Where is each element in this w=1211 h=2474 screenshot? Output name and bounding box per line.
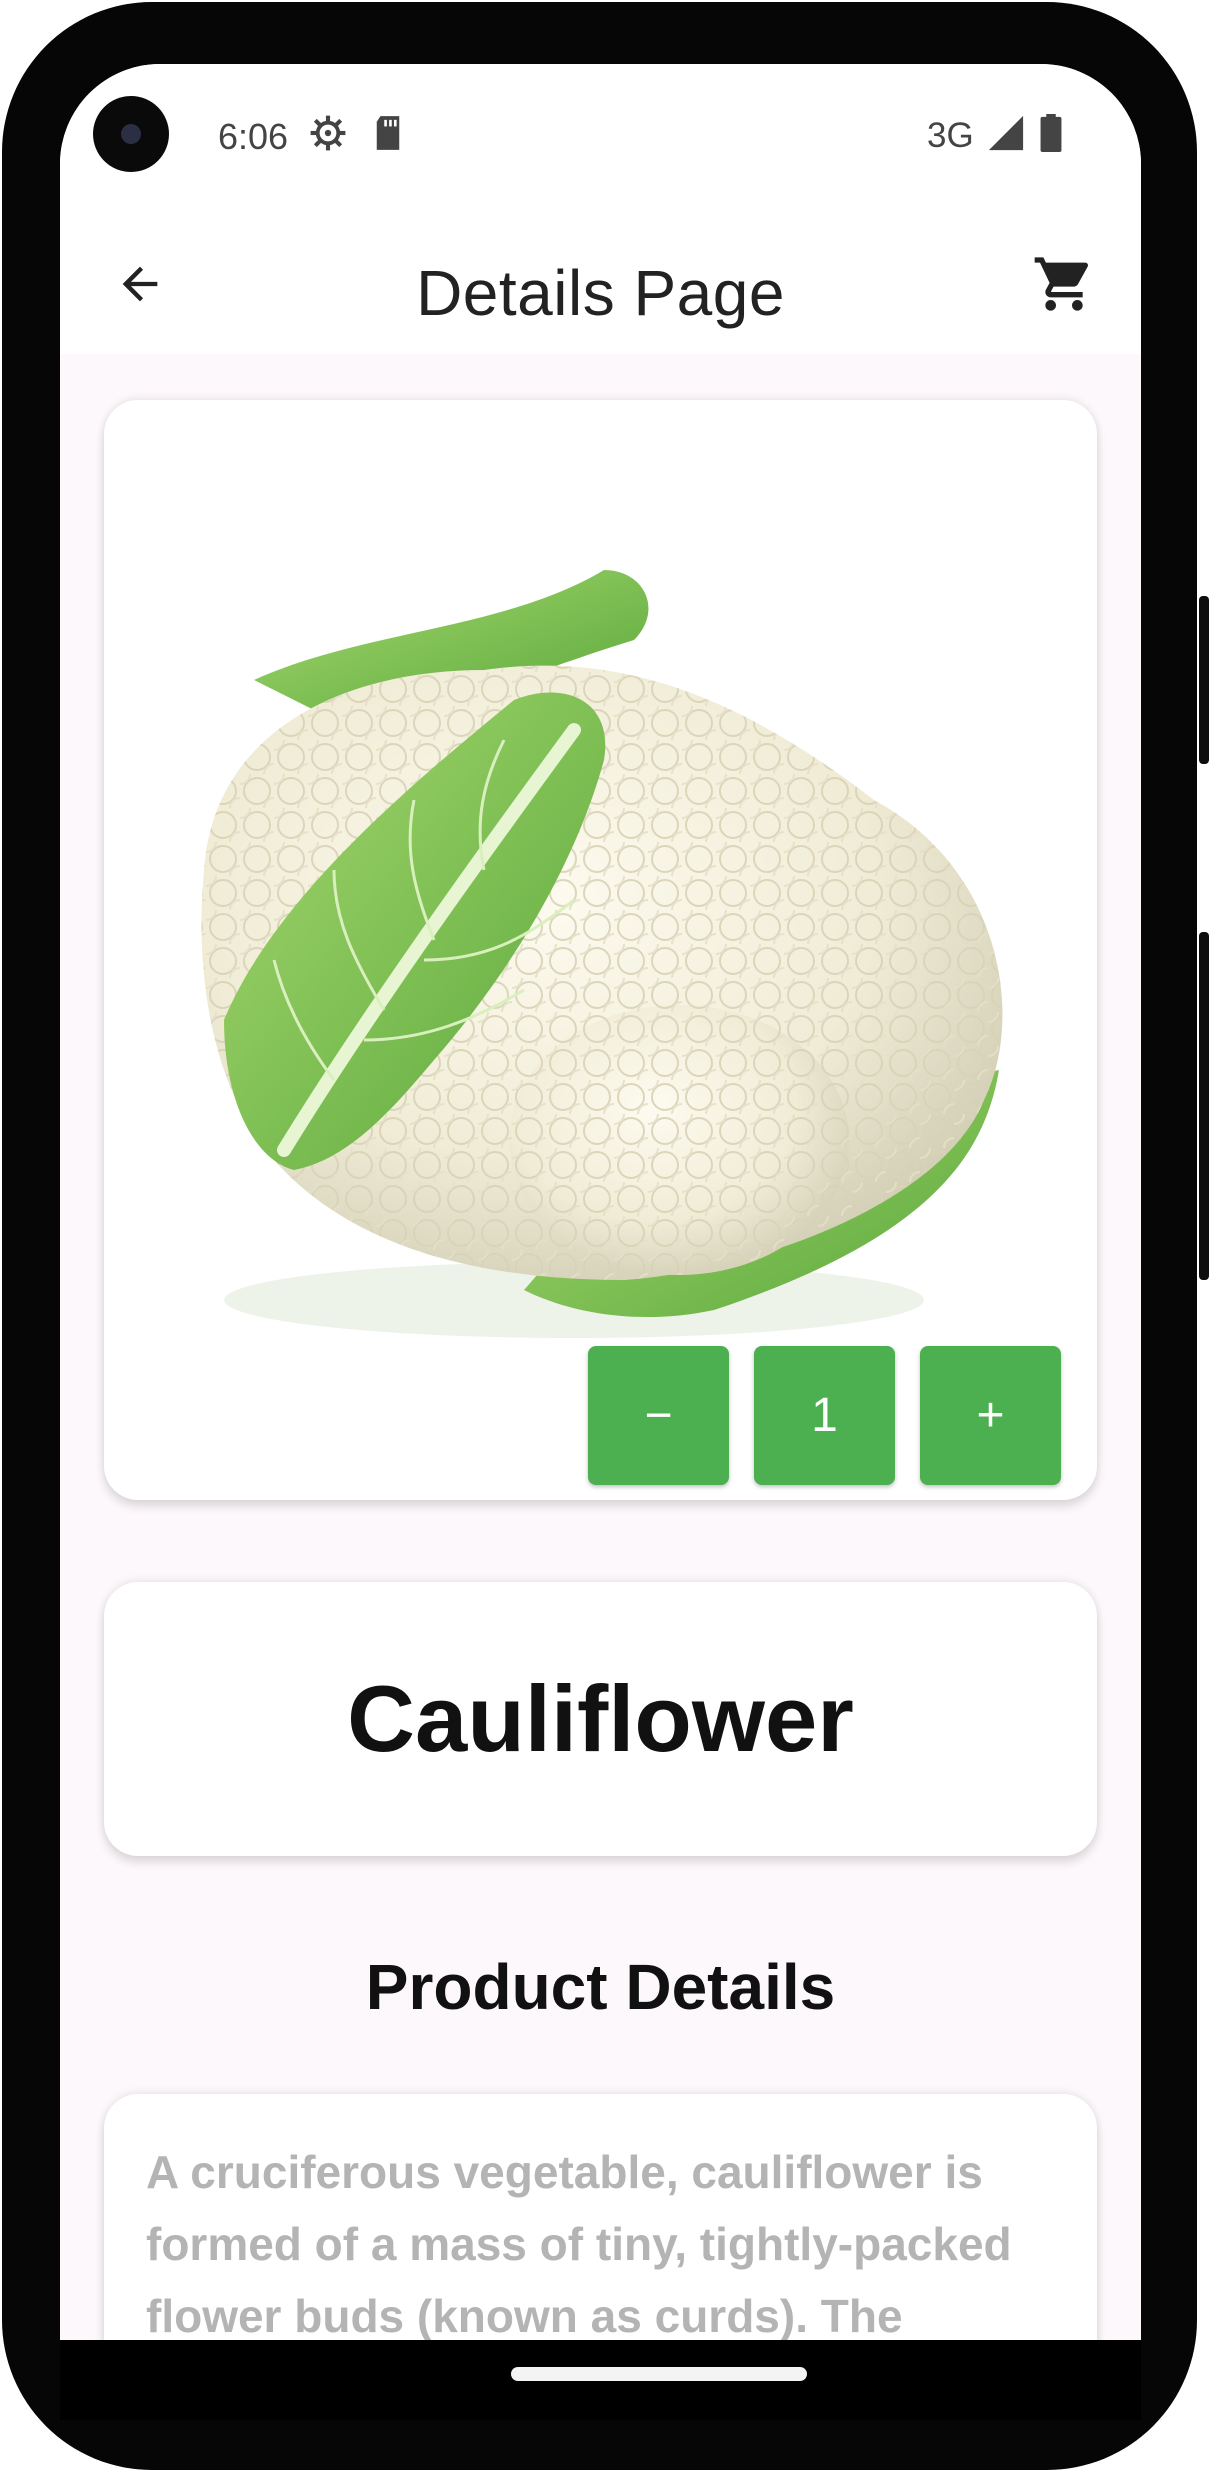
decrement-label: −	[644, 1389, 673, 1442]
increment-button[interactable]: +	[920, 1346, 1061, 1485]
app-bar: Details Page	[60, 214, 1141, 354]
phone-device: 6:06 3G Details Page − 1 + Cauliflower P…	[0, 0, 1211, 2474]
status-time: 6:06	[218, 116, 289, 157]
sd-card-icon	[373, 114, 403, 157]
volume-button	[1199, 932, 1209, 1280]
product-description-card: A cruciferous vegetable, cauliflower is …	[104, 2094, 1097, 2340]
cauliflower-image	[201, 570, 1003, 1338]
battery-icon	[1039, 114, 1063, 157]
quantity-text: 1	[811, 1389, 838, 1442]
product-image-card: − 1 +	[104, 400, 1097, 1500]
power-button	[1199, 596, 1209, 764]
network-type: 3G	[927, 116, 974, 155]
cart-button[interactable]	[1028, 248, 1100, 320]
navigation-bar	[60, 2340, 1141, 2420]
quantity-value: 1	[754, 1346, 895, 1485]
decrement-button[interactable]: −	[588, 1346, 729, 1485]
screen: 6:06 3G Details Page − 1 + Cauliflower P…	[60, 64, 1141, 2340]
page-title: Details Page	[416, 257, 785, 329]
increment-label: +	[976, 1389, 1005, 1442]
product-description: A cruciferous vegetable, cauliflower is …	[146, 2146, 1012, 2340]
product-name-card: Cauliflower	[104, 1582, 1097, 1856]
front-camera	[93, 96, 169, 172]
product-details-heading: Product Details	[365, 1951, 836, 2023]
home-gesture-handle[interactable]	[511, 2367, 807, 2381]
settings-gear-icon	[309, 114, 347, 157]
signal-icon	[986, 114, 1026, 157]
shopping-cart-icon	[1034, 257, 1089, 311]
status-bar: 6:06 3G	[60, 64, 1141, 214]
product-name: Cauliflower	[347, 1666, 854, 1771]
